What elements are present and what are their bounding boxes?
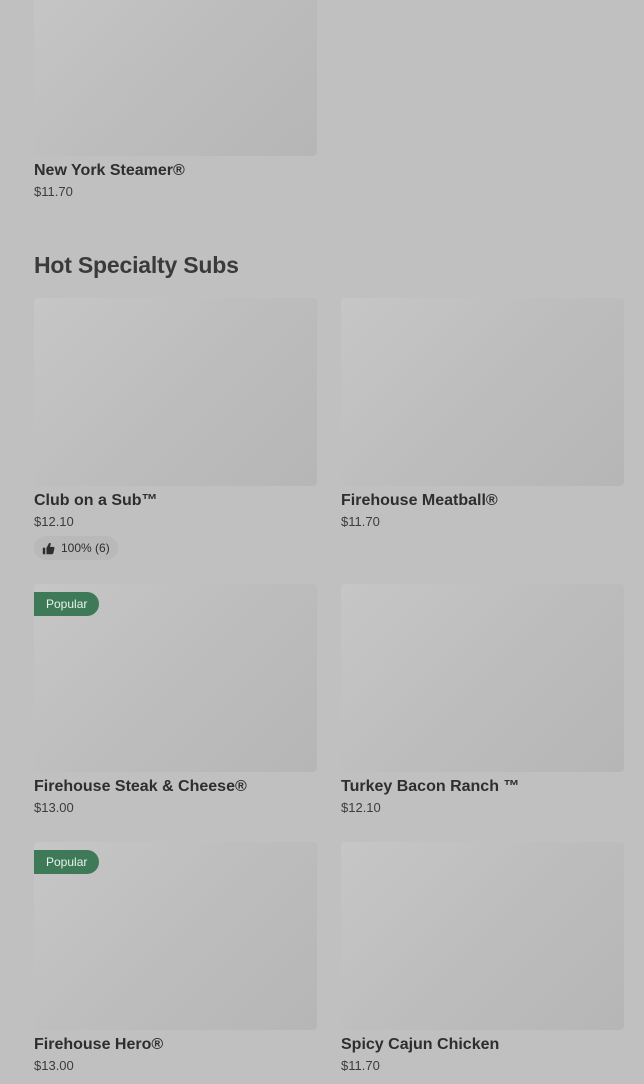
menu-item-price: $11.70: [341, 1058, 380, 1073]
thumbs-up-icon: [42, 542, 55, 555]
menu-item-name: Spicy Cajun Chicken: [341, 1036, 500, 1053]
popular-badge: Popular: [34, 592, 100, 616]
menu-item-image: Popular: [34, 584, 317, 772]
menu-item-price: $11.70: [34, 184, 73, 199]
menu-item-price: $13.00: [34, 1058, 74, 1073]
menu-item-name: Firehouse Hero®: [34, 1036, 164, 1053]
menu-item-image: [34, 0, 317, 156]
menu-page: New York Steamer® $11.70 Hot Specialty S…: [0, 0, 644, 1084]
menu-item-card[interactable]: Popular Firehouse Steak & Cheese® $13.00: [34, 584, 317, 816]
menu-item-name: Firehouse Meatball®: [341, 492, 498, 509]
menu-item-card[interactable]: Turkey Bacon Ranch ™ $12.10: [341, 584, 624, 816]
menu-item-card[interactable]: Spicy Cajun Chicken $11.70: [341, 842, 624, 1074]
menu-item-card[interactable]: Club on a Sub™ $12.10 100% (6): [34, 298, 317, 560]
popular-badge: Popular: [34, 850, 100, 874]
menu-item-price: $12.10: [34, 514, 74, 529]
menu-item-name: New York Steamer®: [34, 162, 185, 179]
menu-item-card[interactable]: Popular Firehouse Hero® $13.00: [34, 842, 317, 1074]
section-title: Hot Specialty Subs: [34, 252, 239, 278]
menu-item-image: Popular: [34, 842, 317, 1030]
menu-item-image: [341, 298, 624, 486]
menu-item-image: [341, 842, 624, 1030]
menu-item-image: [34, 298, 317, 486]
menu-item-price: $12.10: [341, 800, 381, 815]
menu-item-price: $13.00: [34, 800, 74, 815]
menu-item-image: [341, 584, 624, 772]
menu-item-name: Firehouse Steak & Cheese®: [34, 778, 247, 795]
menu-item-card[interactable]: Firehouse Meatball® $11.70: [341, 298, 624, 530]
menu-item-price: $11.70: [341, 514, 380, 529]
rating-badge: 100% (6): [34, 536, 118, 560]
rating-text: 100% (6): [61, 541, 110, 555]
menu-item-name: Club on a Sub™: [34, 492, 158, 509]
menu-item-name: Turkey Bacon Ranch ™: [341, 778, 520, 795]
menu-item-card[interactable]: New York Steamer® $11.70: [34, 0, 317, 200]
